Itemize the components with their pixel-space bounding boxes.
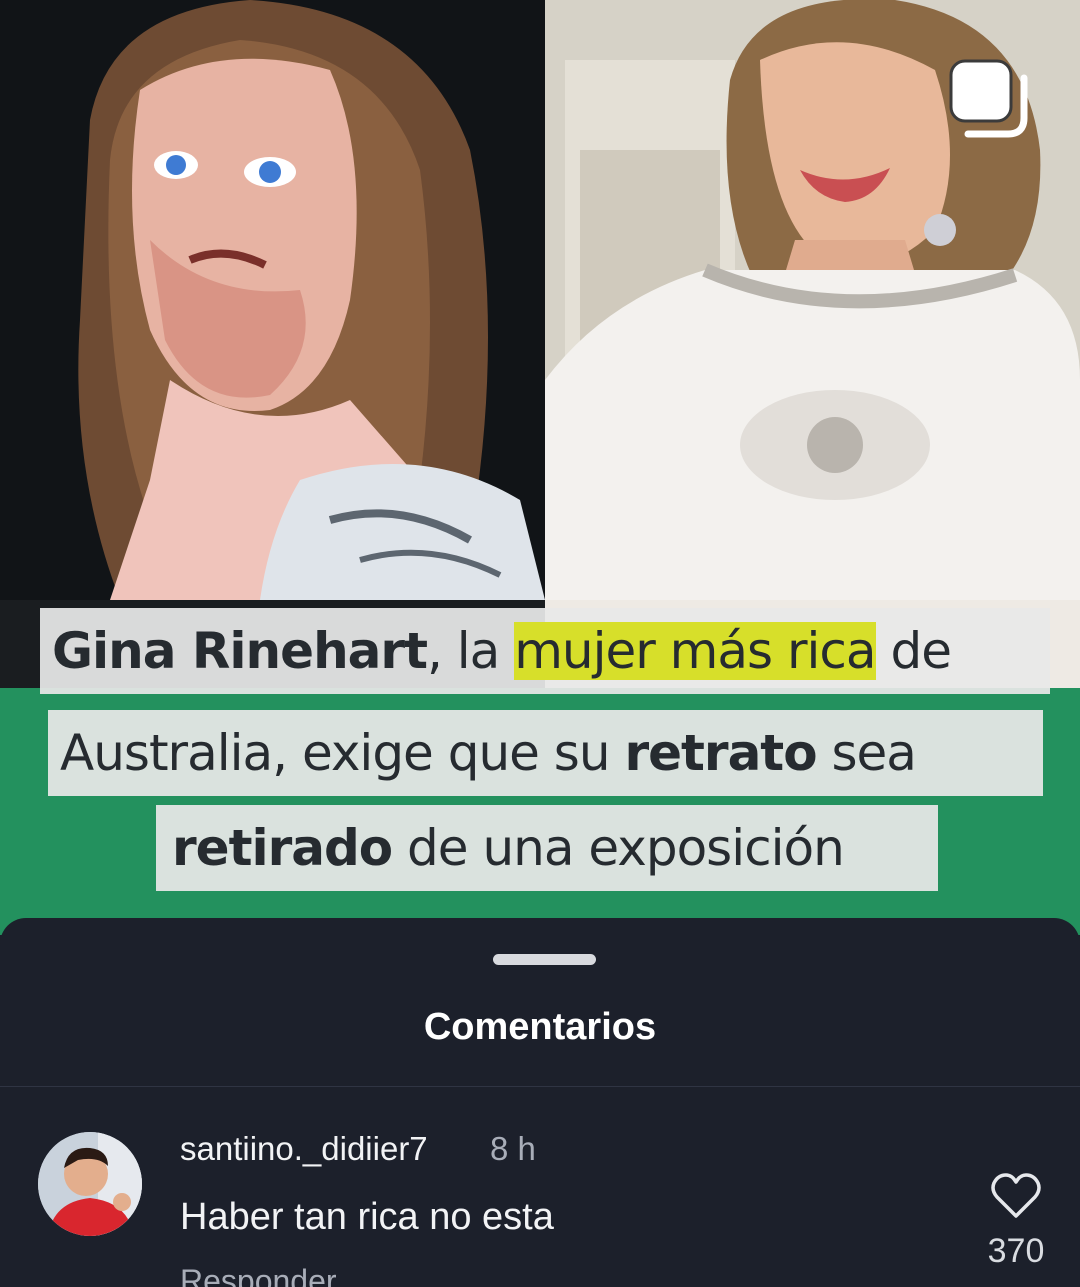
headline-line-1: Gina Rinehart, la mujer más rica de bbox=[40, 608, 1050, 694]
comment-text: Haber tan rica no esta bbox=[180, 1196, 554, 1238]
drag-handle[interactable] bbox=[493, 954, 596, 965]
headline-line-2: Australia, exige que su retrato sea bbox=[48, 710, 1043, 796]
carousel-icon bbox=[949, 59, 1028, 138]
painted-portrait-image bbox=[0, 0, 545, 688]
reply-button[interactable]: Responder bbox=[180, 1263, 337, 1287]
sheet-title: Comentarios bbox=[423, 1006, 657, 1048]
headline-line-3: retirado de una exposición bbox=[156, 805, 938, 891]
divider bbox=[0, 1086, 1080, 1087]
comment-time: 8 h bbox=[490, 1130, 536, 1167]
like-count: 370 bbox=[987, 1232, 1045, 1270]
comment-username[interactable]: santiino._didiier7 bbox=[180, 1130, 428, 1168]
heart-icon[interactable] bbox=[990, 1172, 1042, 1220]
headline-highlight: mujer más rica bbox=[514, 622, 877, 680]
post-media[interactable]: Gina Rinehart, la mujer más rica de Aust… bbox=[0, 0, 1080, 935]
avatar[interactable] bbox=[38, 1132, 142, 1236]
comments-sheet: Comentarios santiino._didiier7 8 h Haber… bbox=[0, 918, 1080, 1287]
comment-item: santiino._didiier7 8 h Haber tan rica no… bbox=[0, 1118, 1080, 1287]
